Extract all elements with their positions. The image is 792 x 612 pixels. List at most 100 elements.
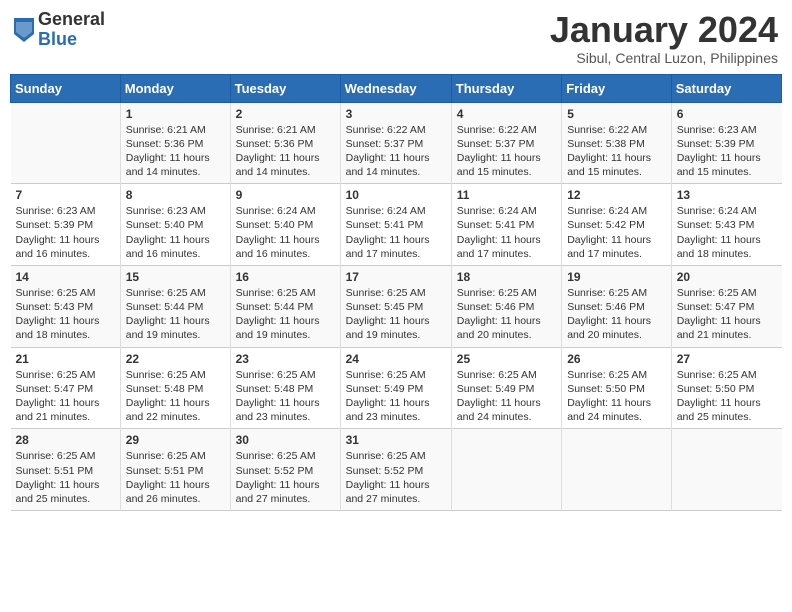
day-info: Sunrise: 6:22 AM Sunset: 5:38 PM Dayligh… xyxy=(567,123,666,180)
calendar-cell: 31 Sunrise: 6:25 AM Sunset: 5:52 PM Dayli… xyxy=(340,429,451,511)
day-number: 4 xyxy=(457,107,556,121)
calendar-cell xyxy=(11,102,121,184)
day-info: Sunrise: 6:25 AM Sunset: 5:47 PM Dayligh… xyxy=(16,368,115,425)
logo: General Blue xyxy=(14,10,105,50)
calendar-cell: 18 Sunrise: 6:25 AM Sunset: 5:46 PM Dayli… xyxy=(451,265,561,347)
day-number: 7 xyxy=(16,188,115,202)
calendar-cell: 26 Sunrise: 6:25 AM Sunset: 5:50 PM Dayli… xyxy=(562,347,672,429)
calendar-cell: 4 Sunrise: 6:22 AM Sunset: 5:37 PM Daylig… xyxy=(451,102,561,184)
day-info: Sunrise: 6:21 AM Sunset: 5:36 PM Dayligh… xyxy=(126,123,225,180)
day-info: Sunrise: 6:23 AM Sunset: 5:40 PM Dayligh… xyxy=(126,204,225,261)
day-number: 18 xyxy=(457,270,556,284)
day-number: 31 xyxy=(346,433,446,447)
calendar-cell: 12 Sunrise: 6:24 AM Sunset: 5:42 PM Dayli… xyxy=(562,184,672,266)
day-number: 14 xyxy=(16,270,115,284)
day-info: Sunrise: 6:25 AM Sunset: 5:51 PM Dayligh… xyxy=(16,449,115,506)
calendar-cell: 11Sunrise: 6:24 AM Sunset: 5:41 PM Dayli… xyxy=(451,184,561,266)
location-subtitle: Sibul, Central Luzon, Philippines xyxy=(550,50,778,66)
day-number: 28 xyxy=(16,433,115,447)
header-thursday: Thursday xyxy=(451,74,561,102)
header-wednesday: Wednesday xyxy=(340,74,451,102)
calendar-cell xyxy=(562,429,672,511)
logo-text: General Blue xyxy=(38,10,105,50)
day-info: Sunrise: 6:23 AM Sunset: 5:39 PM Dayligh… xyxy=(16,204,115,261)
month-title: January 2024 xyxy=(550,10,778,50)
header-sunday: Sunday xyxy=(11,74,121,102)
day-number: 23 xyxy=(236,352,335,366)
day-number: 16 xyxy=(236,270,335,284)
day-info: Sunrise: 6:25 AM Sunset: 5:43 PM Dayligh… xyxy=(16,286,115,343)
day-info: Sunrise: 6:24 AM Sunset: 5:42 PM Dayligh… xyxy=(567,204,666,261)
day-info: Sunrise: 6:24 AM Sunset: 5:41 PM Dayligh… xyxy=(457,204,556,261)
day-info: Sunrise: 6:25 AM Sunset: 5:52 PM Dayligh… xyxy=(236,449,335,506)
day-info: Sunrise: 6:25 AM Sunset: 5:50 PM Dayligh… xyxy=(567,368,666,425)
day-info: Sunrise: 6:25 AM Sunset: 5:51 PM Dayligh… xyxy=(126,449,225,506)
logo-blue-text: Blue xyxy=(38,30,105,50)
day-number: 6 xyxy=(677,107,777,121)
day-info: Sunrise: 6:25 AM Sunset: 5:46 PM Dayligh… xyxy=(457,286,556,343)
calendar-cell: 24 Sunrise: 6:25 AM Sunset: 5:49 PM Dayli… xyxy=(340,347,451,429)
day-info: Sunrise: 6:22 AM Sunset: 5:37 PM Dayligh… xyxy=(457,123,556,180)
day-number: 29 xyxy=(126,433,225,447)
title-block: January 2024 Sibul, Central Luzon, Phili… xyxy=(550,10,778,66)
day-number: 8 xyxy=(126,188,225,202)
calendar-cell: 27Sunrise: 6:25 AM Sunset: 5:50 PM Dayli… xyxy=(671,347,781,429)
day-info: Sunrise: 6:21 AM Sunset: 5:36 PM Dayligh… xyxy=(236,123,335,180)
header-tuesday: Tuesday xyxy=(230,74,340,102)
calendar-cell: 28 Sunrise: 6:25 AM Sunset: 5:51 PM Dayli… xyxy=(11,429,121,511)
day-number: 1 xyxy=(126,107,225,121)
calendar-cell: 6 Sunrise: 6:23 AM Sunset: 5:39 PM Daylig… xyxy=(671,102,781,184)
calendar-cell: 13Sunrise: 6:24 AM Sunset: 5:43 PM Dayli… xyxy=(671,184,781,266)
calendar-cell xyxy=(671,429,781,511)
day-info: Sunrise: 6:25 AM Sunset: 5:49 PM Dayligh… xyxy=(346,368,446,425)
day-info: Sunrise: 6:25 AM Sunset: 5:48 PM Dayligh… xyxy=(236,368,335,425)
day-number: 21 xyxy=(16,352,115,366)
calendar-week-row: 28 Sunrise: 6:25 AM Sunset: 5:51 PM Dayli… xyxy=(11,429,782,511)
day-number: 9 xyxy=(236,188,335,202)
day-info: Sunrise: 6:24 AM Sunset: 5:40 PM Dayligh… xyxy=(236,204,335,261)
day-info: Sunrise: 6:23 AM Sunset: 5:39 PM Dayligh… xyxy=(677,123,777,180)
day-info: Sunrise: 6:24 AM Sunset: 5:43 PM Dayligh… xyxy=(677,204,777,261)
logo-icon xyxy=(14,18,34,42)
day-number: 12 xyxy=(567,188,666,202)
day-number: 3 xyxy=(346,107,446,121)
calendar-cell: 29 Sunrise: 6:25 AM Sunset: 5:51 PM Dayli… xyxy=(120,429,230,511)
calendar-week-row: 7 Sunrise: 6:23 AM Sunset: 5:39 PM Daylig… xyxy=(11,184,782,266)
calendar-cell: 9 Sunrise: 6:24 AM Sunset: 5:40 PM Daylig… xyxy=(230,184,340,266)
day-info: Sunrise: 6:25 AM Sunset: 5:52 PM Dayligh… xyxy=(346,449,446,506)
day-number: 2 xyxy=(236,107,335,121)
calendar-cell: 7 Sunrise: 6:23 AM Sunset: 5:39 PM Daylig… xyxy=(11,184,121,266)
day-info: Sunrise: 6:25 AM Sunset: 5:47 PM Dayligh… xyxy=(677,286,777,343)
calendar-cell: 23 Sunrise: 6:25 AM Sunset: 5:48 PM Dayli… xyxy=(230,347,340,429)
calendar-header-row: SundayMondayTuesdayWednesdayThursdayFrid… xyxy=(11,74,782,102)
calendar-cell: 16 Sunrise: 6:25 AM Sunset: 5:44 PM Dayli… xyxy=(230,265,340,347)
header-monday: Monday xyxy=(120,74,230,102)
day-info: Sunrise: 6:25 AM Sunset: 5:49 PM Dayligh… xyxy=(457,368,556,425)
day-number: 30 xyxy=(236,433,335,447)
day-number: 10 xyxy=(346,188,446,202)
day-info: Sunrise: 6:25 AM Sunset: 5:48 PM Dayligh… xyxy=(126,368,225,425)
day-number: 26 xyxy=(567,352,666,366)
day-number: 24 xyxy=(346,352,446,366)
calendar-week-row: 21 Sunrise: 6:25 AM Sunset: 5:47 PM Dayli… xyxy=(11,347,782,429)
day-info: Sunrise: 6:25 AM Sunset: 5:44 PM Dayligh… xyxy=(126,286,225,343)
header: General Blue January 2024 Sibul, Central… xyxy=(10,10,782,66)
day-info: Sunrise: 6:24 AM Sunset: 5:41 PM Dayligh… xyxy=(346,204,446,261)
calendar-cell: 30 Sunrise: 6:25 AM Sunset: 5:52 PM Dayli… xyxy=(230,429,340,511)
day-number: 15 xyxy=(126,270,225,284)
calendar-cell: 10 Sunrise: 6:24 AM Sunset: 5:41 PM Dayli… xyxy=(340,184,451,266)
calendar-cell: 20Sunrise: 6:25 AM Sunset: 5:47 PM Dayli… xyxy=(671,265,781,347)
day-info: Sunrise: 6:25 AM Sunset: 5:46 PM Dayligh… xyxy=(567,286,666,343)
calendar-cell: 21 Sunrise: 6:25 AM Sunset: 5:47 PM Dayli… xyxy=(11,347,121,429)
calendar-cell: 19Sunrise: 6:25 AM Sunset: 5:46 PM Dayli… xyxy=(562,265,672,347)
day-number: 5 xyxy=(567,107,666,121)
calendar-cell: 22Sunrise: 6:25 AM Sunset: 5:48 PM Dayli… xyxy=(120,347,230,429)
calendar-cell: 3Sunrise: 6:22 AM Sunset: 5:37 PM Daylig… xyxy=(340,102,451,184)
calendar-cell: 15 Sunrise: 6:25 AM Sunset: 5:44 PM Dayli… xyxy=(120,265,230,347)
calendar-table: SundayMondayTuesdayWednesdayThursdayFrid… xyxy=(10,74,782,511)
day-number: 27 xyxy=(677,352,777,366)
calendar-cell: 8 Sunrise: 6:23 AM Sunset: 5:40 PM Daylig… xyxy=(120,184,230,266)
day-info: Sunrise: 6:25 AM Sunset: 5:44 PM Dayligh… xyxy=(236,286,335,343)
calendar-week-row: 1 Sunrise: 6:21 AM Sunset: 5:36 PM Daylig… xyxy=(11,102,782,184)
calendar-cell: 5 Sunrise: 6:22 AM Sunset: 5:38 PM Daylig… xyxy=(562,102,672,184)
